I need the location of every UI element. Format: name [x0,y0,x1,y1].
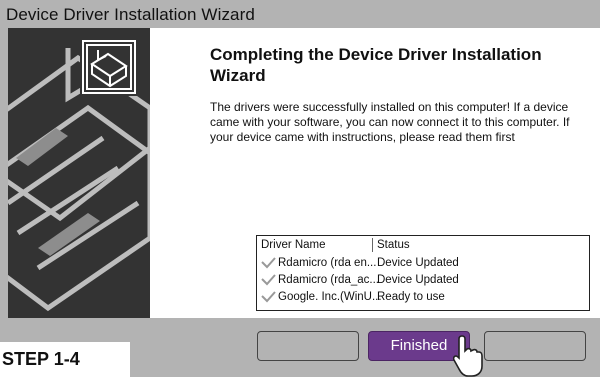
device-driver-icon [80,38,138,96]
column-header-driver-name: Driver Name [261,239,326,251]
check-icon [261,257,276,269]
driver-status: Ready to use [377,291,445,303]
column-divider [372,238,373,252]
driver-status: Device Updated [377,257,459,269]
check-icon [261,291,276,303]
page-heading: Completing the Device Driver Installatio… [210,45,542,85]
wizard-content: Completing the Device Driver Installatio… [8,28,600,318]
wizard-window: Device Driver Installation Wizard Comple… [0,0,600,377]
wizard-side-graphic [8,28,150,318]
window-title: Device Driver Installation Wizard [6,5,255,24]
driver-status: Device Updated [377,274,459,286]
success-message: The drivers were successfully installed … [210,100,570,144]
back-button[interactable] [257,331,359,361]
title-bar: Device Driver Installation Wizard [0,0,600,28]
table-row[interactable]: Google. Inc.(WinU... Ready to use [257,290,591,306]
driver-name: Rdamicro (rda en... [278,257,377,269]
check-icon [261,274,276,286]
driver-status-table: Driver Name Status Rdamicro (rda en... D… [256,235,590,311]
column-header-status: Status [377,239,410,251]
driver-name: Google. Inc.(WinU... [278,291,382,303]
driver-name: Rdamicro (rda_ac... [278,274,379,286]
table-row[interactable]: Rdamicro (rda_ac... Device Updated [257,273,591,289]
mouse-pointer-icon [453,335,483,377]
cancel-button[interactable] [484,331,586,361]
step-label: STEP 1-4 [0,342,130,377]
table-row[interactable]: Rdamicro (rda en... Device Updated [257,256,591,272]
